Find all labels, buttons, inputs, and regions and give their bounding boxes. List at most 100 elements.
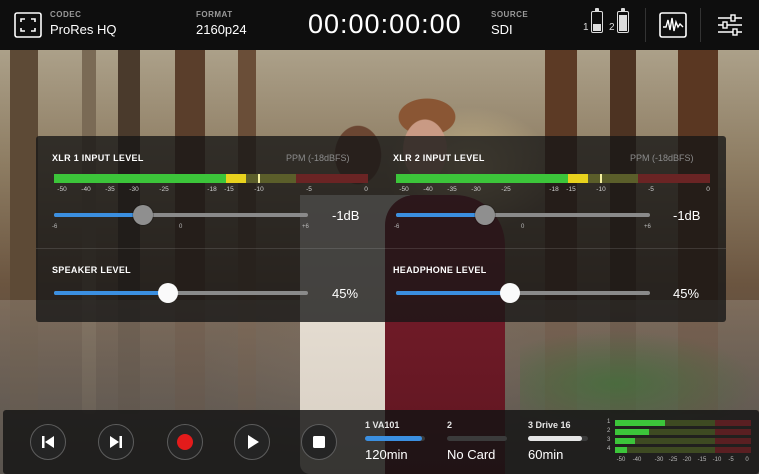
slot-1-capacity-bar xyxy=(365,436,425,441)
mini-meter-scale-label: -40 xyxy=(632,457,642,463)
xlr2-max-label: +6 xyxy=(644,224,651,230)
slot-2-status: No Card xyxy=(447,447,496,462)
timecode[interactable]: 00:00:00:00 xyxy=(308,9,462,40)
media-slot-1[interactable]: 1 VA101 120min xyxy=(365,420,425,462)
mini-meter-channel-label: 2 xyxy=(607,428,611,434)
status-bar: CODEC ProRes HQ FORMAT 2160p24 00:00:00:… xyxy=(0,0,759,50)
play-button[interactable] xyxy=(234,424,270,460)
meter-scale-label: -30 xyxy=(471,186,481,193)
codec-label: CODEC xyxy=(50,10,82,19)
format-label: FORMAT xyxy=(196,10,233,19)
xlr2-ppm-label[interactable]: PPM (-18dBFS) xyxy=(630,153,694,163)
meter-scale-label: 0 xyxy=(706,186,710,193)
slot-1-remaining: 120min xyxy=(365,447,408,462)
xlr1-ppm-label[interactable]: PPM (-18dBFS) xyxy=(286,153,350,163)
meter-scale-label: -15 xyxy=(224,186,234,193)
meter-scale-label: -18 xyxy=(549,186,559,193)
headphone-level-slider[interactable] xyxy=(396,283,650,303)
record-button[interactable] xyxy=(167,424,203,460)
xlr2-meter-scale: -50 -40 -35 -30 -25 -18 -15 -10 -5 0 xyxy=(396,186,716,196)
meter-scale-label: -25 xyxy=(501,186,511,193)
media-slot-3[interactable]: 3 Drive 16 60min xyxy=(528,420,588,462)
xlr2-gain-slider[interactable] xyxy=(396,205,650,225)
meter-scale-label: -5 xyxy=(306,186,312,193)
battery-1-fill xyxy=(592,24,601,31)
battery-2: 2 xyxy=(609,8,629,33)
xlr1-max-label: +6 xyxy=(302,224,309,230)
battery-icon xyxy=(616,8,629,33)
transport-bar: 1 VA101 120min 2 No Card 3 Drive 16 60mi… xyxy=(3,410,759,474)
fullscreen-icon[interactable] xyxy=(14,12,42,38)
codec-value: ProRes HQ xyxy=(50,22,117,37)
xlr1-mid-label: 0 xyxy=(179,224,183,230)
divider xyxy=(700,8,701,42)
xlr2-level-meter xyxy=(396,174,710,183)
speaker-level-slider[interactable] xyxy=(54,283,308,303)
meter-scale-label: -10 xyxy=(254,186,264,193)
format-display[interactable]: FORMAT 2160p24 xyxy=(196,10,247,37)
skip-forward-icon xyxy=(110,436,122,448)
scopes-icon[interactable] xyxy=(659,12,687,43)
panel-divider xyxy=(36,248,726,249)
mini-meter-channel xyxy=(615,420,751,426)
speaker-level-value: 45% xyxy=(332,286,359,301)
headphone-level-knob[interactable] xyxy=(500,283,521,303)
mini-meter-scale-label: -20 xyxy=(682,457,692,463)
xlr2-gain-knob[interactable] xyxy=(474,205,495,225)
xlr1-min-label: -6 xyxy=(52,224,58,230)
meter-scale-label: -10 xyxy=(596,186,606,193)
meter-scale-label: -30 xyxy=(129,186,139,193)
slot-3-remaining: 60min xyxy=(528,447,564,462)
format-value: 2160p24 xyxy=(196,22,247,37)
meter-scale-label: -35 xyxy=(447,186,457,193)
battery-1-label: 1 xyxy=(583,22,589,33)
meter-scale-label: -5 xyxy=(648,186,654,193)
meter-scale-label: -40 xyxy=(423,186,433,193)
mini-meter-channel xyxy=(615,438,751,444)
xlr1-gain-value: -1dB xyxy=(332,208,360,223)
codec-display[interactable]: CODEC ProRes HQ xyxy=(50,10,116,37)
mini-meter-channel-label: 4 xyxy=(607,446,611,452)
xlr1-gain-slider[interactable] xyxy=(54,205,308,225)
stop-icon xyxy=(313,436,325,448)
meter-scale-label: 0 xyxy=(364,186,368,193)
source-label: SOURCE xyxy=(491,10,529,19)
speaker-level-knob[interactable] xyxy=(158,283,179,303)
skip-back-icon xyxy=(42,436,54,448)
battery-icon xyxy=(590,8,603,33)
audio-mini-meters[interactable]: 1 2 3 4 -50 -40 -30 -25 -20 -15 -10 -5 0 xyxy=(607,418,752,466)
mini-meter-scale-label: -25 xyxy=(668,457,678,463)
record-icon xyxy=(177,434,193,450)
battery-1: 1 xyxy=(583,8,603,33)
source-value: SDI xyxy=(491,22,513,37)
slot-2-capacity-bar xyxy=(447,436,507,441)
xlr2-gain-value: -1dB xyxy=(673,208,701,223)
battery-2-label: 2 xyxy=(609,22,615,33)
meter-scale-label: -50 xyxy=(399,186,409,193)
battery-2-fill xyxy=(618,15,627,31)
source-display[interactable]: SOURCE SDI xyxy=(491,10,528,37)
slot-1-name: 1 VA101 xyxy=(365,420,400,430)
mini-meter-scale-label: 0 xyxy=(745,457,749,463)
mini-meter-channel xyxy=(615,447,751,453)
media-slot-2[interactable]: 2 No Card xyxy=(447,420,507,462)
next-clip-button[interactable] xyxy=(98,424,134,460)
previous-clip-button[interactable] xyxy=(30,424,66,460)
headphone-title: HEADPHONE LEVEL xyxy=(393,265,487,275)
stop-button[interactable] xyxy=(301,424,337,460)
audio-panel: XLR 1 INPUT LEVEL PPM (-18dBFS) -50 -40 -3… xyxy=(36,136,726,322)
foliage xyxy=(520,330,759,420)
mini-meter-channel-label: 1 xyxy=(607,419,611,425)
xlr1-title: XLR 1 INPUT LEVEL xyxy=(52,153,144,163)
meter-scale-label: -25 xyxy=(159,186,169,193)
slot-3-name: 3 Drive 16 xyxy=(528,420,571,430)
mini-meter-channel-label: 3 xyxy=(607,437,611,443)
xlr1-gain-knob[interactable] xyxy=(132,205,153,225)
speaker-title: SPEAKER LEVEL xyxy=(52,265,131,275)
divider xyxy=(645,8,646,42)
xlr2-title: XLR 2 INPUT LEVEL xyxy=(393,153,485,163)
xlr1-level-meter xyxy=(54,174,368,183)
settings-sliders-icon[interactable] xyxy=(716,12,744,43)
mini-meter-scale-label: -50 xyxy=(616,457,626,463)
xlr2-min-label: -6 xyxy=(394,224,400,230)
